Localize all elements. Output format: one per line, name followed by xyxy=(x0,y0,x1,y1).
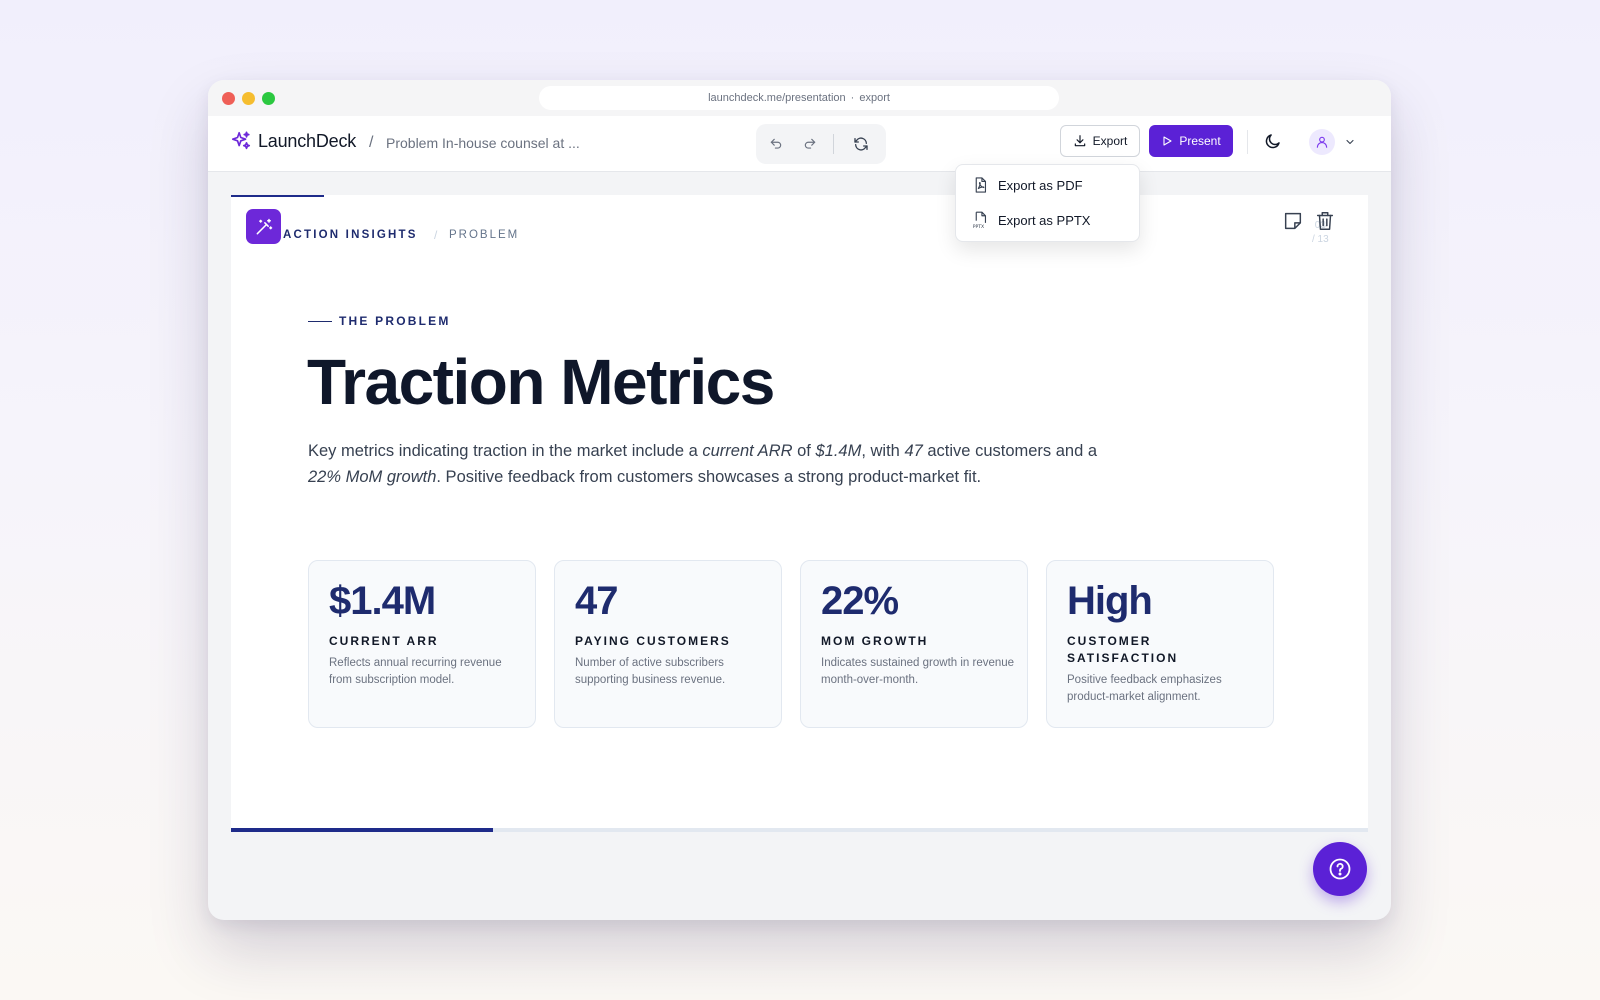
breadcrumb-separator: / xyxy=(369,134,374,151)
user-menu-toggle[interactable] xyxy=(1344,135,1358,149)
download-icon xyxy=(1074,135,1085,147)
desc-text-3: , with xyxy=(861,442,905,460)
present-button[interactable]: Present xyxy=(1149,125,1233,157)
play-icon xyxy=(1163,136,1172,146)
desc-text-4: active customers and a xyxy=(922,442,1098,460)
slide-title[interactable]: Traction Metrics xyxy=(307,345,775,419)
desc-emphasis-amount: $1.4M xyxy=(815,442,862,460)
app-toolbar: LaunchDeck / Problem In-house counsel at… xyxy=(208,116,1391,172)
chevron-down-icon xyxy=(1346,139,1354,145)
dark-mode-toggle[interactable] xyxy=(1264,132,1284,152)
metric-label: CUSTOMER SATISFACTION xyxy=(1067,634,1179,665)
title-bar: launchdeck.me/presentation · export xyxy=(208,80,1391,116)
app-logo[interactable]: LaunchDeck xyxy=(230,130,356,152)
metric-card-growth[interactable]: 22% MOM GROWTH Indicates sustained growt… xyxy=(800,560,1028,728)
export-button[interactable]: Export xyxy=(1060,125,1140,157)
minimize-window-button[interactable] xyxy=(242,92,255,105)
desc-text-1: Key metrics indicating traction in the m… xyxy=(308,442,703,460)
trash-icon xyxy=(1316,212,1334,230)
undo-button[interactable] xyxy=(764,132,788,156)
help-icon xyxy=(1329,858,1351,880)
note-icon xyxy=(1284,212,1302,230)
metric-card-customers[interactable]: 47 PAYING CUSTOMERS Number of active sub… xyxy=(554,560,782,728)
export-pptx-label: Export as PPTX xyxy=(998,212,1091,228)
sparkle-icon xyxy=(231,131,251,150)
maximize-window-button[interactable] xyxy=(262,92,275,105)
user-icon xyxy=(1316,136,1328,148)
toolbar-divider xyxy=(1247,130,1248,154)
refresh-button[interactable] xyxy=(849,132,873,156)
history-controls xyxy=(756,124,886,164)
metric-label: PAYING CUSTOMERS xyxy=(575,634,731,648)
delete-slide-button[interactable] xyxy=(1313,209,1337,233)
desc-text-5: . Positive feedback from customers showc… xyxy=(436,467,982,486)
close-window-button[interactable] xyxy=(222,92,235,105)
url-text: launchdeck.me/presentation xyxy=(708,92,846,104)
slide-actions xyxy=(1281,209,1337,233)
breadcrumb[interactable]: Problem In-house counsel at ... xyxy=(386,135,580,151)
pdf-file-icon xyxy=(975,177,987,193)
metric-note: Number of active subscribers supporting … xyxy=(575,657,726,686)
svg-text:PPTX: PPTX xyxy=(973,224,985,230)
export-menu: Export as PDF PPTX Export as PPTX xyxy=(955,164,1140,242)
page-total: / 13 xyxy=(1312,234,1329,245)
redo-button[interactable] xyxy=(798,132,822,156)
export-label: Export xyxy=(1092,134,1128,148)
url-suffix: export xyxy=(859,92,890,104)
undo-icon xyxy=(770,138,782,149)
metric-value: 47 xyxy=(575,579,618,623)
history-divider xyxy=(833,134,834,154)
slide-description[interactable]: Key metrics indicating traction in the m… xyxy=(308,439,1098,490)
desc-emphasis-customers: 47 xyxy=(904,442,923,460)
section-separator: / xyxy=(434,228,438,242)
metric-card-satisfaction[interactable]: High CUSTOMER SATISFACTION Positive feed… xyxy=(1046,560,1274,728)
metric-note: Indicates sustained growth in revenue mo… xyxy=(821,657,1015,686)
pptx-file-icon: PPTX xyxy=(973,211,987,230)
section-sublabel: PROBLEM xyxy=(449,229,520,241)
slide-notes-button[interactable] xyxy=(1281,209,1305,233)
help-button[interactable] xyxy=(1313,842,1367,896)
user-avatar[interactable] xyxy=(1309,129,1335,155)
app-window: launchdeck.me/presentation · export Laun… xyxy=(208,80,1391,920)
desc-emphasis-arr: current ARR xyxy=(702,442,793,460)
magic-edit-button[interactable] xyxy=(246,209,281,244)
slide-progress-bar xyxy=(231,828,1368,832)
app-name: LaunchDeck xyxy=(258,130,357,151)
metric-card-arr[interactable]: $1.4M CURRENT ARR Reflects annual recurr… xyxy=(308,560,536,728)
slide-canvas: ACTION INSIGHTS / PROBLEM 03 / 13 THE PR… xyxy=(231,195,1368,829)
metric-value: 22% xyxy=(821,579,899,623)
refresh-icon xyxy=(854,137,868,151)
moon-icon xyxy=(1265,134,1280,149)
desc-text-2: of xyxy=(792,442,816,460)
address-bar[interactable]: launchdeck.me/presentation · export xyxy=(539,86,1059,110)
redo-icon xyxy=(804,138,816,149)
slide-progress-fill xyxy=(231,828,493,832)
slide-tab-indicator xyxy=(231,195,324,197)
metric-label: MOM GROWTH xyxy=(821,634,929,648)
slide-eyebrow: THE PROBLEM xyxy=(339,314,451,328)
desc-emphasis-growth: 22% MoM growth xyxy=(308,467,437,486)
url-separator: · xyxy=(850,92,855,104)
export-pptx-item[interactable]: PPTX Export as PPTX xyxy=(964,205,1132,235)
metric-value: $1.4M xyxy=(329,579,436,623)
magic-wand-icon xyxy=(256,218,272,234)
eyebrow-rule xyxy=(308,321,332,322)
metric-note: Reflects annual recurring revenue from s… xyxy=(329,657,502,686)
present-label: Present xyxy=(1179,134,1221,148)
metric-note: Positive feedback emphasizes product-mar… xyxy=(1067,674,1222,703)
metric-value: High xyxy=(1067,579,1153,623)
export-pdf-item[interactable]: Export as PDF xyxy=(964,170,1132,200)
export-pdf-label: Export as PDF xyxy=(998,177,1083,193)
metric-label: CURRENT ARR xyxy=(329,634,439,648)
section-label: ACTION INSIGHTS xyxy=(283,229,418,241)
